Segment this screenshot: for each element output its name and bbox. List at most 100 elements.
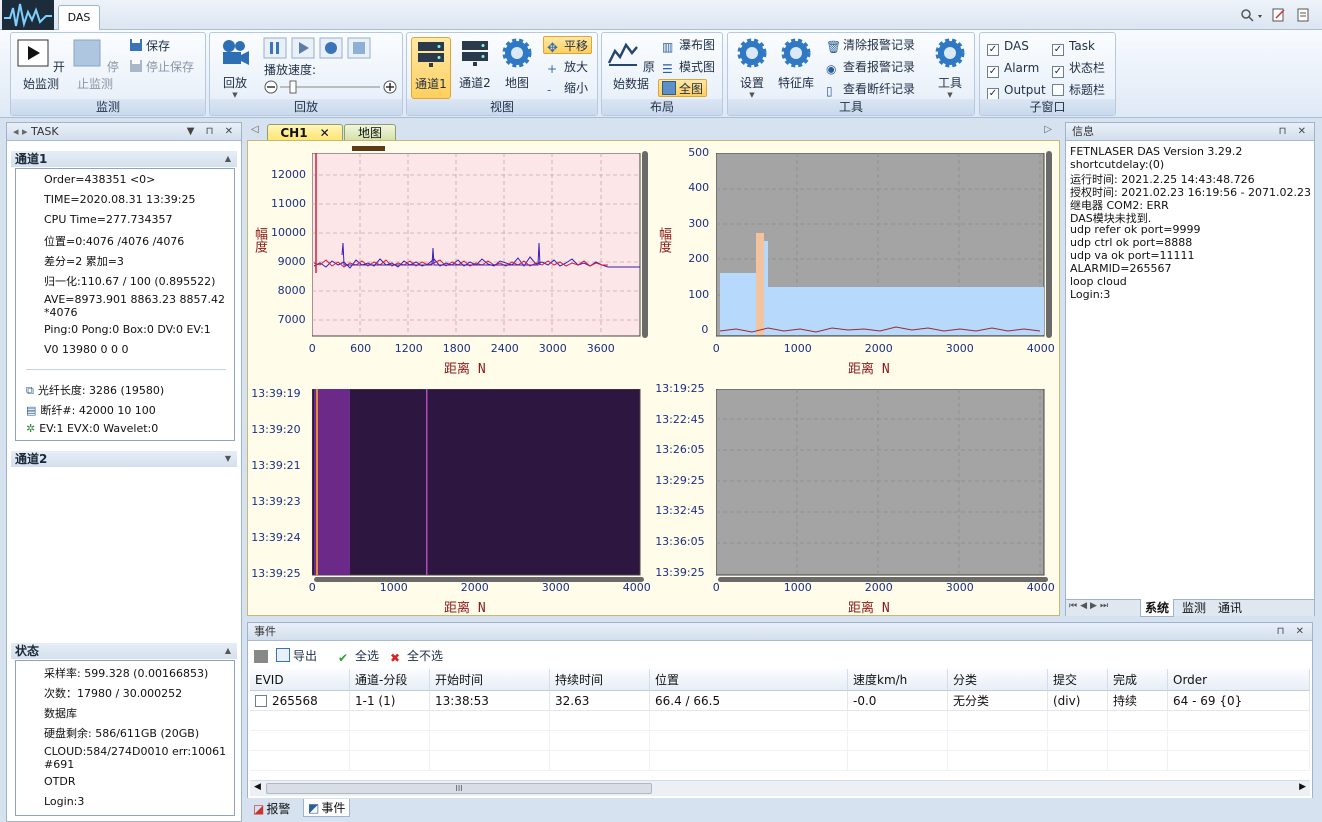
raw-data-button[interactable]: 原始数据 [604,37,658,92]
status-line: 次数：17980 / 30.000252 [44,687,183,700]
pin-arrows-icon[interactable]: ◂ ▸ [13,125,31,138]
tab-map[interactable]: 地图 [344,124,396,141]
zoom-out-icon: - [547,83,552,97]
column-header[interactable]: Order [1168,669,1310,691]
table-cell[interactable]: (div) [1048,691,1108,711]
start-monitor-button[interactable]: 开始监测 [13,37,69,92]
table-cell[interactable]: 66.4 / 66.5 [650,691,848,711]
titlebar-checkbox[interactable]: 标题栏 [1052,81,1105,99]
collapse-icon[interactable]: ▲ [225,151,231,167]
panel-window-buttons[interactable]: ▼ ⊓ ✕ [187,123,237,141]
column-header[interactable]: 速度km/h [848,669,948,691]
channel1-section-title[interactable]: 通道1 ▲ [11,151,237,167]
column-header[interactable]: EVID [250,669,350,691]
info-line: 归一化:110.67 / 100 (0.895522) [44,275,216,288]
zoom-in-button[interactable]: + 放大 [547,58,588,76]
table-cell[interactable]: 64 - 69 {0} [1168,691,1310,711]
column-header[interactable]: 通道-分段 [350,669,430,691]
replay-button[interactable]: 回放 ▼ [214,37,256,99]
y-tick-label: 500 [688,146,710,159]
document-icon: ▯ [826,84,833,98]
channel2-section-title[interactable]: 通道2 ▼ [11,451,237,467]
map-button[interactable]: 地图 [499,37,535,91]
vscroll-plot2[interactable] [1046,151,1052,338]
select-none-button[interactable]: ✖ 全不选 [390,647,443,665]
tab-system[interactable]: 系统 [1140,599,1175,617]
gear-icon [502,38,532,68]
tab-nav-icons[interactable]: ⏮◀▶⏭ [1069,601,1111,611]
channel2-button[interactable]: 通道2 [455,37,495,91]
column-header[interactable]: 开始时间 [430,669,550,691]
tab-scroll-right-icon[interactable]: ▷ [1044,124,1052,135]
status-line: 采样率: 599.328 (0.00166853) [44,667,209,680]
tools-button[interactable]: 工具 ▼ [930,37,970,99]
tab-monitor[interactable]: 监测 [1178,599,1210,617]
full-view-button[interactable]: 全图 [658,79,708,97]
x-tick-label: 4000 [1026,581,1055,594]
playback-speed-slider[interactable] [262,79,400,95]
channel1-button[interactable]: 通道1 [411,37,451,99]
table-cell[interactable]: 无分类 [948,691,1048,711]
waterfall-button[interactable]: ▥ 瀑布图 [662,36,715,54]
pattern-plot-ch2[interactable] [716,389,1046,576]
status-section-title[interactable]: 状态 ▲ [11,643,237,659]
task-checkbox[interactable]: ✓ Task [1052,37,1095,56]
events-hscrollbar[interactable]: ◀ III ▶ [250,780,1310,796]
stop-save-icon [130,60,142,72]
panel-window-buttons[interactable]: ⊓ ✕ [1279,123,1310,141]
tab-event[interactable]: ◩ 事件 [303,799,351,817]
row-checkbox[interactable] [255,695,267,707]
pattern-button[interactable]: ☰ 模式图 [662,58,715,76]
zoom-out-button[interactable]: - 缩小 [547,79,588,97]
das-checkbox[interactable]: ✓ DAS [987,37,1029,56]
view-break-button[interactable]: ▯ 查看断纤记录 [826,80,915,98]
table-cell[interactable]: 13:38:53 [430,691,550,711]
export-button[interactable]: 导出 [276,647,317,665]
scroll-left-icon[interactable]: ◀ [254,782,261,792]
table-cell[interactable]: 1-1 (1) [350,691,430,711]
panel-window-buttons[interactable]: ⊓ ✕ [1277,623,1308,641]
waterfall-plot-ch1[interactable] [312,389,642,576]
select-all-button[interactable]: ✔ 全选 [338,647,379,665]
save-button[interactable]: 保存 [129,37,170,55]
collapse-icon[interactable]: ▲ [225,643,231,659]
tab-comm[interactable]: 通讯 [1214,599,1246,617]
statusbar-checkbox[interactable]: ✓ 状态栏 [1052,59,1105,78]
stop-monitor-button[interactable]: 停止监测 [67,37,123,92]
vscroll-plot1[interactable] [642,151,648,338]
column-header[interactable]: 提交 [1048,669,1108,691]
table-cell[interactable]: 持续 [1108,691,1168,711]
row-evid-cell[interactable]: 265568 [250,691,350,711]
pan-button[interactable]: ✥ 平移 [543,36,593,56]
amplitude-plot-ch2[interactable] [716,153,1046,338]
stop-save-button[interactable]: 停止保存 [129,58,194,76]
expand-icon[interactable]: ▼ [225,451,231,467]
column-header[interactable]: 位置 [650,669,848,691]
table-cell[interactable]: -0.0 [848,691,948,711]
output-checkbox[interactable]: ✓ Output [987,81,1046,100]
scroll-thumb[interactable]: III [266,783,652,794]
alarm-checkbox[interactable]: ✓ Alarm [987,59,1039,78]
table-cell[interactable]: 32.63 [550,691,650,711]
close-icon[interactable]: ✕ [320,126,330,140]
stop-icon[interactable] [254,650,268,663]
amplitude-plot-ch1[interactable] [312,153,642,338]
clear-alarm-button[interactable]: 🗑 清除报警记录 [826,36,915,54]
column-header[interactable]: 完成 [1108,669,1168,691]
column-header[interactable]: 持续时间 [550,669,650,691]
info-line: V0 13980 0 0 0 [44,343,129,356]
x-tick-label: 2400 [490,342,519,355]
ribbon-tab-das[interactable]: DAS [58,5,100,31]
column-header[interactable]: 分类 [948,669,1048,691]
scroll-right-icon[interactable]: ▶ [1299,782,1306,792]
group-view-label: 视图 [407,99,597,115]
tab-scroll-left-icon[interactable]: ◁ [251,124,259,135]
feature-library-button[interactable]: 特征库 [774,37,818,91]
tab-alarm[interactable]: ◪ 报警 [253,800,290,818]
view-alarm-button[interactable]: ◉ 查看报警记录 [826,58,915,76]
quick-access-icons[interactable] [1240,7,1320,23]
tab-ch1[interactable]: CH1 ✕ [267,124,343,141]
playback-controls[interactable] [262,37,372,59]
empty-cell [430,731,550,751]
settings-button[interactable]: 设置 ▼ [732,37,772,99]
